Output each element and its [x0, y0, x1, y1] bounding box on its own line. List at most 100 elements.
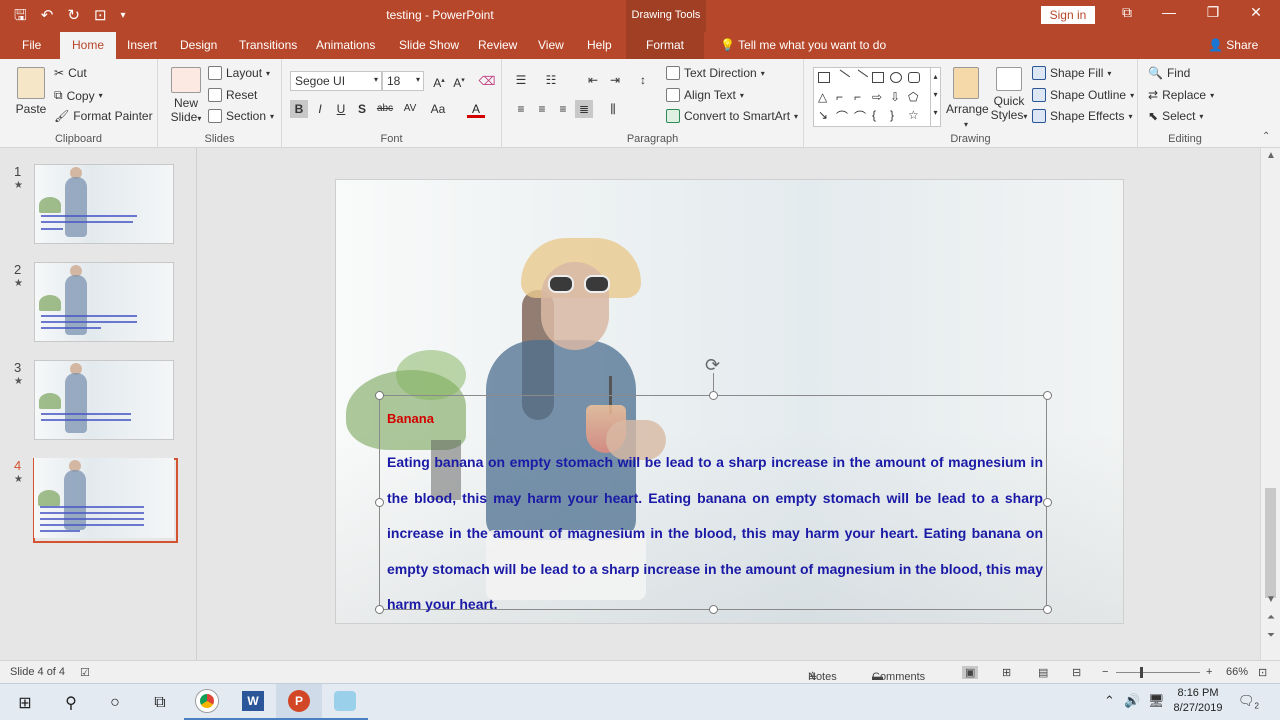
rotate-handle-icon[interactable]: ⟳ — [705, 355, 720, 376]
maximize-icon[interactable]: ❐ — [1203, 4, 1223, 21]
sign-in-button[interactable]: Sign in — [1041, 6, 1095, 24]
resize-handle[interactable] — [1043, 498, 1052, 507]
task-view-icon[interactable]: ⧉ — [137, 684, 183, 720]
textbox-title[interactable]: Banana — [387, 411, 434, 426]
tab-design[interactable]: Design — [180, 38, 217, 52]
zoom-slider[interactable] — [1116, 672, 1200, 673]
layout-button[interactable]: Layout ▾ — [208, 66, 270, 80]
decrease-indent-icon[interactable]: ⇤ — [584, 71, 602, 89]
increase-indent-icon[interactable]: ⇥ — [606, 71, 624, 89]
shapes-gallery[interactable]: △ ⌐ ⌐ ⇨ ⇩ ⬠ ↘ ⌒ ⌒ { } ☆ ▴ ▾ ▾ — [813, 67, 941, 127]
system-clock[interactable]: 8:16 PM 8/27/2019 — [1168, 686, 1228, 716]
align-left-icon[interactable]: ≡ — [512, 100, 530, 118]
notification-icon[interactable]: 🗨2 — [1238, 693, 1259, 711]
clear-formatting-icon[interactable]: ⌫ — [478, 72, 496, 90]
italic-button[interactable]: I — [311, 100, 329, 118]
share-button[interactable]: 👤 Share — [1208, 38, 1258, 52]
network-icon[interactable]: 🖥 — [1148, 693, 1165, 709]
zoom-level[interactable]: 66% — [1226, 666, 1248, 678]
spell-check-icon[interactable]: ☑ — [80, 666, 90, 679]
show-hidden-icons-icon[interactable]: ⌃ — [1104, 693, 1115, 709]
arrange-button[interactable]: Arrange ▾ — [946, 67, 989, 132]
find-button[interactable]: 🔍 Find — [1148, 66, 1190, 80]
convert-smartart-button[interactable]: Convert to SmartArt ▾ — [666, 109, 798, 123]
font-color-button[interactable]: A — [467, 100, 485, 118]
view-sorter-icon[interactable]: ⊞ — [1002, 666, 1011, 679]
tab-insert[interactable]: Insert — [127, 38, 157, 52]
zoom-slider-knob[interactable] — [1140, 667, 1143, 678]
strikethrough-button[interactable]: abc — [374, 100, 396, 118]
fit-slide-icon[interactable]: ⊡ — [1258, 666, 1267, 679]
resize-handle[interactable] — [709, 605, 718, 614]
slide-thumbnail[interactable]: 2 ★ — [10, 262, 180, 346]
current-slide[interactable]: ⟳ Banana Eating banana on empty stomach … — [335, 179, 1124, 624]
character-spacing-button[interactable]: AV — [399, 100, 421, 118]
copy-button[interactable]: ⧉ Copy ▾ — [54, 88, 103, 103]
chrome-taskbar-button[interactable] — [184, 684, 230, 720]
tab-review[interactable]: Review — [478, 38, 517, 52]
scroll-down-icon[interactable]: ▼ — [1261, 594, 1280, 605]
next-slide-icon[interactable]: ⏷ — [1261, 630, 1280, 641]
tab-file[interactable]: File — [22, 38, 41, 52]
zoom-in-icon[interactable]: + — [1206, 666, 1212, 678]
section-button[interactable]: Section ▾ — [208, 109, 274, 123]
slide-thumbnail-active[interactable]: 4 ★ — [10, 458, 180, 542]
font-family-select[interactable]: Segoe UI ▾ — [290, 71, 382, 91]
numbering-icon[interactable]: ☷ — [542, 71, 560, 89]
paste-button[interactable]: Paste — [14, 67, 48, 116]
previous-slide-icon[interactable]: ⏶ — [1261, 612, 1280, 623]
shrink-font-icon[interactable]: A▾ — [450, 72, 468, 90]
grow-font-icon[interactable]: A▴ — [430, 72, 448, 90]
shape-effects-button[interactable]: Shape Effects ▾ — [1032, 109, 1133, 123]
resize-handle[interactable] — [1043, 391, 1052, 400]
resize-handle[interactable] — [375, 391, 384, 400]
resize-handle[interactable] — [709, 391, 718, 400]
textbox-body[interactable]: Eating banana on empty stomach will be l… — [387, 445, 1043, 623]
align-text-button[interactable]: Align Text ▾ — [666, 88, 744, 102]
select-button[interactable]: ⬉ Select ▾ — [1148, 109, 1203, 123]
paint-taskbar-button[interactable] — [322, 684, 368, 720]
powerpoint-taskbar-button[interactable]: P — [276, 684, 322, 720]
replace-button[interactable]: ⇄ Replace ▾ — [1148, 88, 1214, 102]
justify-icon[interactable]: ≣ — [575, 100, 593, 118]
resize-handle[interactable] — [375, 605, 384, 614]
resize-handle[interactable] — [1043, 605, 1052, 614]
slide-thumbnail[interactable]: 1 ★ — [10, 164, 180, 248]
search-icon[interactable]: ⚲ — [48, 684, 94, 720]
reset-button[interactable]: Reset — [208, 88, 257, 102]
cut-button[interactable]: ✂ Cut — [54, 66, 87, 80]
close-icon[interactable]: ✕ — [1246, 4, 1266, 21]
view-slideshow-icon[interactable]: ⊟ — [1072, 666, 1081, 679]
align-right-icon[interactable]: ≡ — [554, 100, 572, 118]
collapse-ribbon-icon[interactable]: ⌃ — [1262, 131, 1270, 142]
tab-animations[interactable]: Animations — [316, 38, 375, 52]
underline-button[interactable]: U — [332, 100, 350, 118]
tell-me-box[interactable]: 💡 Tell me what you want to do — [720, 38, 886, 52]
format-painter-button[interactable]: 🖌 Format Painter — [54, 109, 153, 123]
view-normal-icon[interactable]: ▣ — [962, 666, 979, 679]
slide-editing-area[interactable]: ⟳ Banana Eating banana on empty stomach … — [198, 148, 1260, 660]
font-size-select[interactable]: 18 ▾ — [382, 71, 424, 91]
text-direction-button[interactable]: Text Direction ▾ — [666, 66, 765, 80]
bold-button[interactable]: B — [290, 100, 308, 118]
tab-home[interactable]: Home — [60, 32, 117, 59]
selected-textbox[interactable]: Banana Eating banana on empty stomach wi… — [375, 391, 1052, 614]
scroll-thumb[interactable] — [1265, 488, 1276, 598]
line-spacing-icon[interactable]: ↕ — [634, 71, 652, 89]
volume-icon[interactable]: 🔊 — [1124, 693, 1140, 709]
tab-slide-show[interactable]: Slide Show — [399, 38, 459, 52]
shape-outline-button[interactable]: Shape Outline ▾ — [1032, 88, 1134, 102]
start-icon[interactable]: ⊞ — [2, 684, 48, 720]
cortana-icon[interactable]: ○ — [92, 684, 138, 720]
minimize-icon[interactable]: — — [1159, 4, 1179, 20]
tab-format[interactable]: Format — [626, 32, 705, 59]
bullets-icon[interactable]: ☰ — [512, 71, 530, 89]
word-taskbar-button[interactable]: W — [230, 684, 276, 720]
slide-thumbnails-pane[interactable]: 1 ★ 2 ★ 3 ★ 4 ★ — [0, 148, 197, 660]
tab-transitions[interactable]: Transitions — [239, 38, 297, 52]
zoom-out-icon[interactable]: − — [1102, 666, 1108, 678]
vertical-scrollbar[interactable]: ▲ ▼ ⏶ ⏷ — [1260, 148, 1280, 660]
shadow-button[interactable]: S — [353, 100, 371, 118]
tab-view[interactable]: View — [538, 38, 564, 52]
new-slide-button[interactable]: New Slide▾ — [168, 67, 204, 126]
